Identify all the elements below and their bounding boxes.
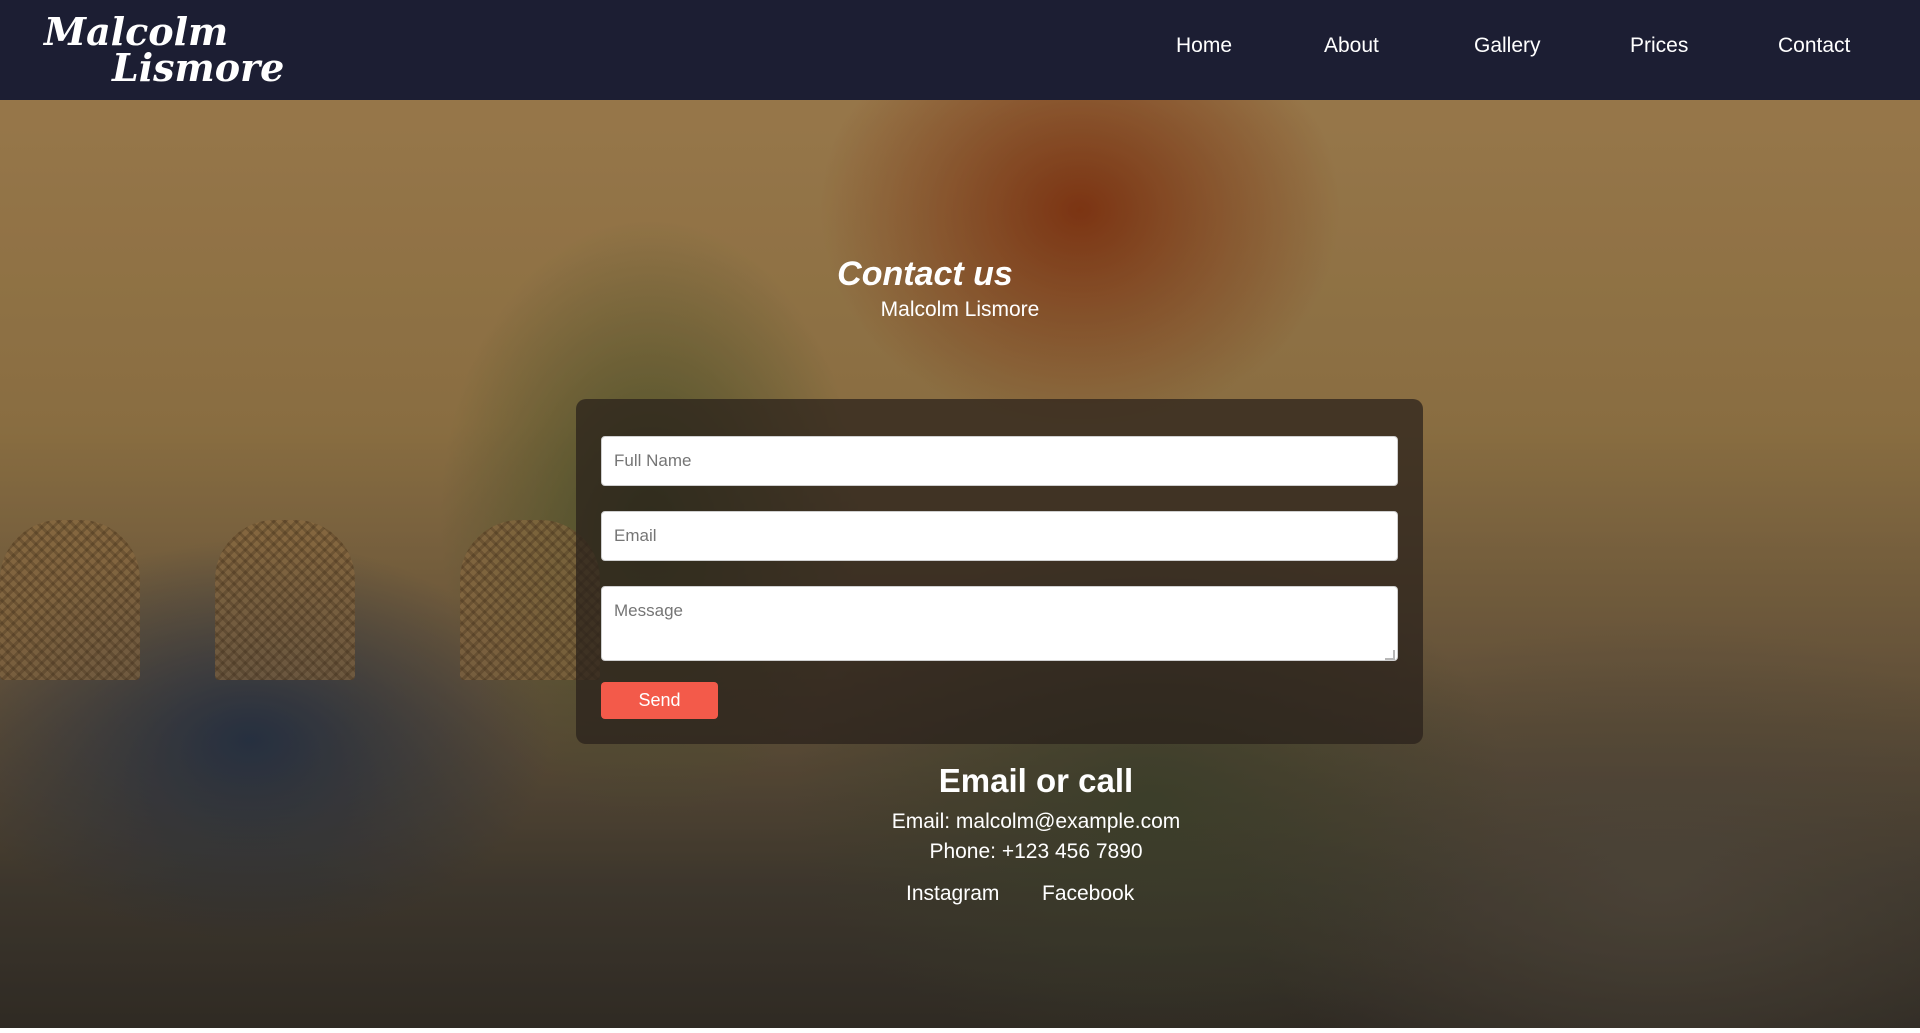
logo-line-2: Lismore — [112, 45, 285, 90]
message-textarea[interactable] — [601, 586, 1398, 661]
nav-prices[interactable]: Prices — [1630, 34, 1688, 58]
nav-gallery[interactable]: Gallery — [1474, 34, 1541, 58]
hero-background: Contact us Malcolm Lismore Send Email or… — [0, 100, 1920, 1028]
contact-phone: Phone: +123 456 7890 — [929, 840, 1143, 863]
nav-contact[interactable]: Contact — [1778, 34, 1850, 58]
nav-home[interactable]: Home — [1176, 34, 1232, 58]
email-input[interactable] — [601, 511, 1398, 561]
site-header: Malcolm Lismore Home About Gallery Price… — [0, 0, 1920, 100]
page-title: Contact us — [837, 255, 1013, 293]
full-name-input[interactable] — [601, 436, 1398, 486]
nav-about[interactable]: About — [1324, 34, 1379, 58]
page-subtitle: Malcolm Lismore — [0, 298, 1920, 322]
instagram-link[interactable]: Instagram — [906, 882, 999, 906]
contact-form: Send — [576, 399, 1423, 744]
send-button[interactable]: Send — [601, 682, 718, 719]
contact-email: Email: malcolm@example.com — [891, 810, 1181, 833]
textarea-resize-handle[interactable] — [1385, 650, 1395, 660]
contact-heading: Email or call — [938, 762, 1134, 799]
site-logo[interactable]: Malcolm Lismore — [44, 10, 284, 90]
subtitle-text: Malcolm Lismore — [880, 298, 1040, 321]
facebook-link[interactable]: Facebook — [1042, 882, 1134, 906]
